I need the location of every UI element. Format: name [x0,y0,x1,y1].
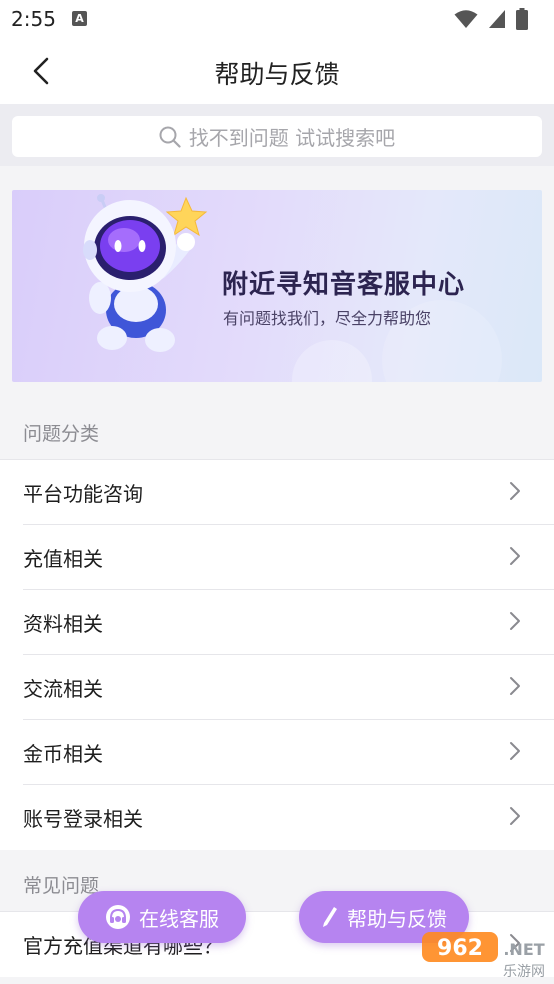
list-item-label: 账号登录相关 [23,807,143,831]
notification-icon: A [72,11,87,26]
list-item-platform-consult[interactable]: 平台功能咨询 [0,460,554,525]
customer-service-banner[interactable]: 附近寻知音客服中心 有问题找我们，尽全力帮助您 [12,190,542,382]
chevron-right-icon [510,612,520,630]
online-service-button[interactable]: 在线客服 [78,891,246,943]
list-item-account-login[interactable]: 账号登录相关 [0,785,554,850]
list-item-communication[interactable]: 交流相关 [0,655,554,720]
headset-icon [106,905,130,929]
watermark-logo: 962 .NET 乐游网 [422,932,545,980]
chevron-right-icon [510,547,520,565]
svg-text:962: 962 [437,936,483,961]
list-item-label: 交流相关 [23,677,103,701]
page-title: 帮助与反馈 [214,60,340,89]
chevron-right-icon [510,482,520,500]
search-icon [159,126,181,148]
chevron-right-icon [510,677,520,695]
signal-icon [489,10,505,28]
astronaut-illustration [83,194,208,352]
banner-section: 附近寻知音客服中心 有问题找我们，尽全力帮助您 [0,166,554,402]
list-item-label: 平台功能咨询 [23,482,143,506]
list-item-recharge[interactable]: 充值相关 [0,525,554,590]
pen-icon [323,907,337,927]
banner-subtitle: 有问题找我们，尽全力帮助您 [223,309,432,328]
search-placeholder: 找不到问题 试试搜索吧 [188,126,396,150]
list-item-coins[interactable]: 金币相关 [0,720,554,785]
site-watermark: 962 .NET 乐游网 [420,928,550,982]
category-list: 平台功能咨询 充值相关 资料相关 交流相关 金币相关 账号登录相关 [0,459,554,850]
battery-icon [516,8,528,30]
banner-title: 附近寻知音客服中心 [222,270,466,300]
app-header: 帮助与反馈 [0,38,554,104]
search-input[interactable]: 找不到问题 试试搜索吧 [12,116,542,157]
status-time: 2:55 [11,7,56,31]
list-item-label: 充值相关 [23,547,103,571]
list-item-label: 资料相关 [23,612,103,636]
svg-text:.NET: .NET [503,940,544,959]
chevron-right-icon [510,742,520,760]
banner-decoration [292,340,372,382]
faq-section-label: 常见问题 [23,875,100,897]
category-section-label: 问题分类 [23,423,100,445]
search-section: 找不到问题 试试搜索吧 [0,104,554,166]
list-item-label: 金币相关 [23,742,103,766]
svg-text:乐游网: 乐游网 [503,964,545,980]
list-item-profile[interactable]: 资料相关 [0,590,554,655]
chevron-right-icon [510,807,520,825]
status-bar: 2:55 A [0,0,554,38]
online-service-label: 在线客服 [139,906,219,931]
wifi-icon [454,10,478,28]
